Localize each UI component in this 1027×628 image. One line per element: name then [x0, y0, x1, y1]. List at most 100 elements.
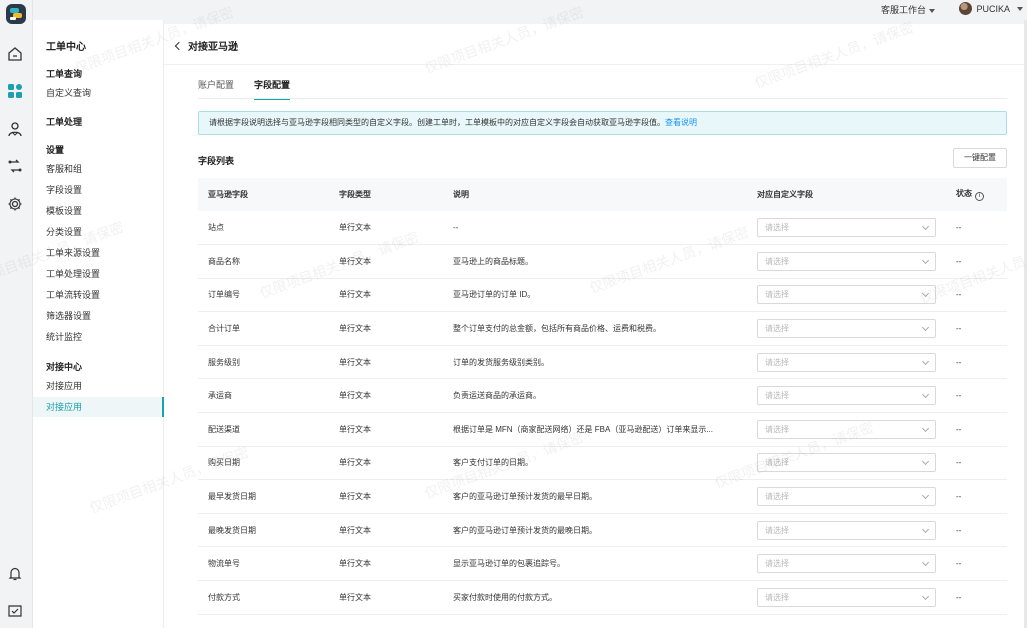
select-placeholder: 请选择	[765, 256, 789, 266]
sidebar-section-label: 对接中心	[46, 362, 83, 372]
chevron-down-icon	[921, 223, 930, 231]
custom-field-select[interactable]: 请选择	[757, 352, 936, 372]
page-title: 对接亚马逊	[188, 42, 238, 53]
chevron-left-icon	[174, 41, 184, 51]
tab-account-config[interactable]: 账户配置	[198, 78, 234, 91]
custom-field-cell: 请选择	[747, 513, 946, 548]
amazon-field-cell: 最晚发货日期	[198, 513, 329, 548]
custom-field-select[interactable]: 请选择	[757, 251, 936, 271]
flow-icon[interactable]	[6, 157, 24, 175]
status-cell: --	[946, 211, 1007, 246]
description-cell: 根据订单是 MFN（商家配送网络）还是 FBA（亚马逊配送）订单来显示...	[443, 412, 747, 447]
sidebar-item-categories[interactable]: 分类设置	[33, 222, 164, 242]
custom-field-cell: 请选择	[747, 378, 946, 414]
description-cell: 客户的亚马逊订单预计发货的最早日期。	[443, 479, 747, 514]
select-placeholder: 请选择	[765, 391, 789, 401]
field-type-cell: 单行文本	[329, 446, 443, 481]
select-placeholder: 请选择	[765, 458, 789, 468]
info-icon[interactable]: i	[975, 192, 984, 201]
chevron-down-icon	[929, 8, 935, 13]
table-row: 最早发货日期 单行文本 客户的亚马逊订单预计发货的最早日期。 请选择 --	[198, 479, 1007, 514]
apps-icon[interactable]	[6, 82, 24, 100]
select-placeholder: 请选择	[765, 290, 789, 300]
select-placeholder: 请选择	[765, 525, 789, 535]
select-placeholder: 请选择	[765, 324, 789, 334]
info-notice: 请根据字段说明选择与亚马逊字段相同类型的自定义字段。创建工单时，工单模板中的对应…	[198, 111, 1007, 135]
workspace-label: 客服工作台	[880, 5, 926, 15]
user-menu[interactable]: PUCIKA	[959, 2, 1023, 15]
status-cell: --	[946, 546, 1007, 582]
status-header-label: 状态	[956, 189, 972, 198]
sidebar-item-transfer[interactable]: 工单流转设置	[33, 285, 164, 305]
table-row: 合计订单 单行文本 整个订单支付的总金额，包括所有商品价格、运费和税费。 请选择 --	[198, 311, 1007, 346]
main-panel: 对接亚马逊 账户配置 字段配置 请根据字段说明选择与亚马逊字段相同类型的自定义字…	[164, 24, 1024, 628]
sidebar-item-handling[interactable]: 工单处理设置	[33, 264, 164, 284]
field-type-cell: 单行文本	[329, 513, 443, 548]
select-placeholder: 请选择	[765, 492, 789, 502]
icon-rail	[0, 0, 33, 628]
custom-field-cell: 请选择	[747, 345, 946, 380]
select-placeholder: 请选择	[765, 223, 789, 233]
tab-field-config[interactable]: 字段配置	[254, 78, 291, 100]
home-icon[interactable]	[6, 45, 24, 63]
status-cell: --	[946, 446, 1007, 481]
amazon-field-cell: 物流单号	[198, 546, 329, 582]
chevron-down-icon	[921, 458, 930, 466]
chevron-down-icon	[921, 492, 930, 500]
chevron-down-icon	[921, 592, 930, 600]
field-type-cell: 单行文本	[329, 479, 443, 514]
customers-icon[interactable]	[6, 120, 24, 138]
sidebar-item-custom-query[interactable]: 自定义查询	[33, 83, 164, 103]
status-cell: --	[946, 311, 1007, 346]
sidebar-item-templates[interactable]: 模板设置	[33, 201, 164, 221]
table-row: 最晚发货日期 单行文本 客户的亚马逊订单预计发货的最晚日期。 请选择 --	[198, 513, 1007, 548]
custom-field-select[interactable]: 请选择	[757, 386, 936, 406]
workspace-switcher[interactable]: 客服工作台	[881, 3, 935, 16]
custom-field-cell: 请选择	[747, 546, 946, 582]
chevron-down-icon	[921, 559, 930, 567]
custom-field-cell: 请选择	[747, 446, 946, 481]
field-type-cell: 单行文本	[329, 244, 443, 279]
sidebar-item-agents[interactable]: 客服和组	[33, 159, 164, 179]
custom-field-cell: 请选择	[747, 244, 946, 279]
table-row: 付款方式 单行文本 买家付款时使用的付款方式。 请选择 --	[198, 580, 1007, 615]
status-cell: --	[946, 479, 1007, 514]
chevron-down-icon	[921, 525, 930, 533]
sidebar-item-integrations-active[interactable]: 对接应用	[33, 397, 164, 417]
sidebar-section-label: 设置	[46, 145, 65, 155]
sidebar-item-integrations[interactable]: 对接应用	[33, 376, 164, 396]
settings-icon[interactable]	[6, 195, 24, 213]
sidebar-item-fields[interactable]: 字段设置	[33, 180, 164, 200]
custom-field-select[interactable]: 请选择	[757, 453, 936, 473]
inbox-icon[interactable]	[6, 602, 24, 620]
amazon-field-cell: 购买日期	[198, 446, 329, 481]
sidebar-item-filters[interactable]: 筛选器设置	[33, 306, 164, 326]
custom-field-select[interactable]: 请选择	[757, 285, 936, 305]
custom-field-select[interactable]: 请选择	[757, 587, 936, 607]
custom-field-select[interactable]: 请选择	[757, 419, 936, 439]
view-guide-link[interactable]: 查看说明	[665, 118, 697, 127]
table-row: 商品名称 单行文本 亚马逊上的商品标题。 请选择 --	[198, 244, 1007, 279]
custom-field-select[interactable]: 请选择	[757, 554, 936, 574]
status-cell: --	[946, 278, 1007, 313]
column-header-description: 说明	[443, 178, 747, 211]
user-name: PUCIKA	[976, 3, 1010, 14]
sidebar-section-label: 工单查询	[46, 69, 83, 79]
column-header-custom-field: 对应自定义字段	[747, 178, 946, 211]
notice-text: 请根据字段说明选择与亚马逊字段相同类型的自定义字段。创建工单时，工单模板中的对应…	[209, 118, 665, 127]
bell-icon[interactable]	[6, 565, 24, 583]
chevron-down-icon	[921, 357, 930, 365]
custom-field-select[interactable]: 请选择	[757, 218, 936, 238]
custom-field-select[interactable]: 请选择	[757, 520, 936, 540]
one-click-config-button[interactable]: 一键配置	[953, 148, 1007, 168]
status-cell: --	[946, 378, 1007, 414]
avatar	[959, 2, 973, 15]
custom-field-select[interactable]: 请选择	[757, 487, 936, 507]
custom-field-select[interactable]: 请选择	[757, 319, 936, 339]
back-button[interactable]: 对接亚马逊	[174, 38, 238, 53]
description-cell: 亚马逊上的商品标题。	[443, 244, 747, 279]
amazon-field-cell: 承运商	[198, 378, 329, 414]
tab-divider	[198, 98, 1007, 99]
sidebar-item-monitoring[interactable]: 统计监控	[33, 327, 164, 347]
sidebar-item-sources[interactable]: 工单来源设置	[33, 243, 164, 263]
